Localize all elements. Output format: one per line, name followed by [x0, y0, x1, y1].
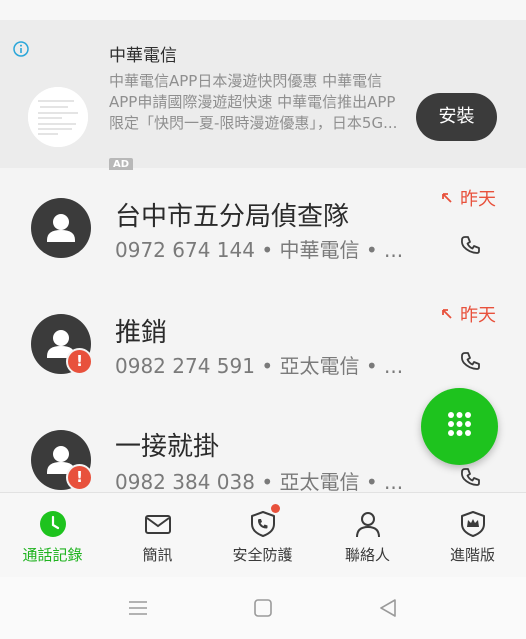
notification-dot	[271, 504, 280, 513]
call-time-label: 昨天	[460, 189, 496, 210]
person-icon	[47, 214, 75, 242]
tab-label: 通話記錄	[22, 546, 83, 564]
ad-desc-line: 限定「快閃一夏-限時漫遊優惠」，日本5G...	[109, 114, 398, 132]
call-time: 昨天	[440, 301, 496, 327]
info-icon[interactable]	[13, 41, 29, 57]
dialpad-icon	[448, 412, 471, 436]
bottom-tab-bar: 通話記錄 簡訊 安全防護 聯絡人 進階版	[0, 492, 526, 577]
system-nav-bar	[0, 577, 526, 639]
tab-label: 簡訊	[142, 546, 173, 564]
tab-messages[interactable]: 簡訊	[105, 493, 210, 577]
warning-badge-icon: !	[66, 348, 93, 375]
menu-icon[interactable]	[126, 596, 150, 620]
clock-icon	[39, 511, 66, 537]
crown-shield-icon	[460, 511, 485, 537]
install-button[interactable]: 安裝	[416, 93, 497, 141]
back-icon[interactable]	[376, 596, 400, 620]
tab-premium[interactable]: 進階版	[420, 493, 525, 577]
missed-call-icon	[440, 305, 454, 326]
person-icon	[355, 512, 380, 538]
envelope-icon	[144, 515, 171, 534]
caller-detail: 0982 384 038 • 亞太電信 • ...	[115, 470, 404, 492]
shield-phone-icon	[250, 511, 275, 537]
dialpad-button[interactable]	[421, 388, 498, 465]
ad-description: 中華電信APP日本漫遊快閃優惠 中華電信 APP申請國際漫遊超快速 中華電信推出…	[109, 71, 405, 134]
ad-desc-line: APP申請國際漫遊超快速 中華電信推出APP	[109, 93, 396, 111]
ad-title: 中華電信	[109, 46, 177, 66]
call-log-row[interactable]: 台中市五分局偵查隊 0972 674 144 • 中華電信 • ... 昨天	[0, 170, 526, 286]
caller-name: 台中市五分局偵查隊	[115, 202, 350, 232]
tab-label: 聯絡人	[344, 546, 390, 564]
tab-label: 安全防護	[232, 546, 293, 564]
phone-call-icon[interactable]	[459, 466, 483, 490]
caller-detail: 0972 674 144 • 中華電信 • ...	[115, 238, 404, 262]
phone-call-icon[interactable]	[459, 350, 483, 374]
warning-badge-icon: !	[66, 464, 93, 491]
caller-name: 推銷	[115, 318, 168, 348]
avatar	[31, 198, 91, 258]
tab-security[interactable]: 安全防護	[210, 493, 315, 577]
ad-card[interactable]: 中華電信 中華電信APP日本漫遊快閃優惠 中華電信 APP申請國際漫遊超快速 中…	[0, 20, 526, 172]
tab-contacts[interactable]: 聯絡人	[315, 493, 420, 577]
missed-call-icon	[440, 189, 454, 210]
tab-call-log[interactable]: 通話記錄	[0, 493, 105, 577]
tab-label: 進階版	[449, 546, 495, 564]
call-time-label: 昨天	[460, 305, 496, 326]
ad-thumbnail	[28, 87, 88, 147]
ad-desc-line: 中華電信APP日本漫遊快閃優惠 中華電信	[109, 72, 383, 90]
caller-detail: 0982 274 591 • 亞太電信 • ...	[115, 354, 404, 378]
status-strip	[0, 0, 526, 20]
call-time: 昨天	[440, 185, 496, 211]
call-log-row[interactable]: ! 推銷 0982 274 591 • 亞太電信 • ... 昨天	[0, 286, 526, 402]
caller-name: 一接就掛	[115, 432, 220, 462]
home-icon[interactable]	[251, 596, 275, 620]
phone-call-icon[interactable]	[459, 234, 483, 258]
